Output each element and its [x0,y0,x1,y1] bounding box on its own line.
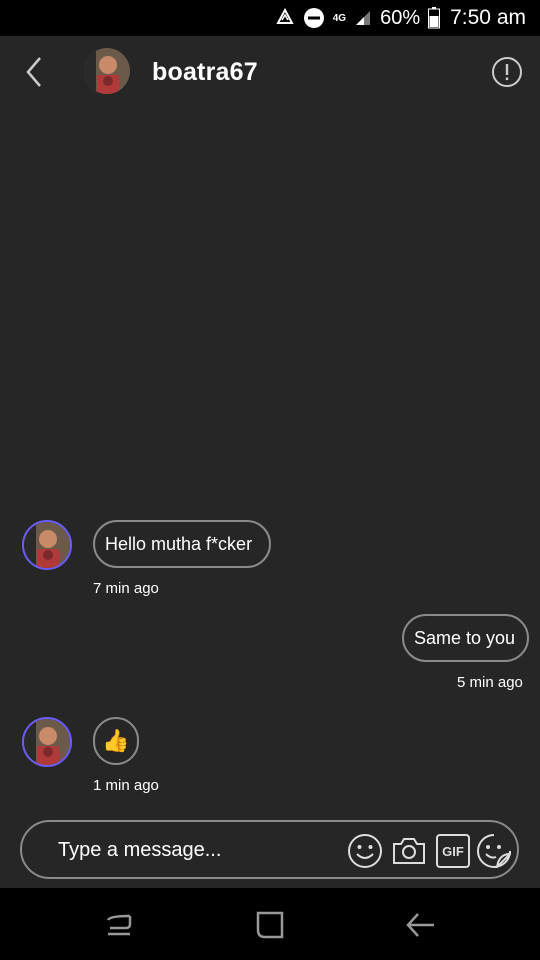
info-icon [492,57,522,87]
message-timestamp: 7 min ago [93,580,159,597]
message-composer[interactable]: Type a message... GIF [20,820,519,879]
battery-icon [428,7,441,29]
avatar[interactable] [22,520,72,570]
emoji-icon[interactable] [346,832,384,870]
battery-percent: 60% [380,6,421,29]
signal-icon [354,9,372,27]
camera-icon[interactable] [390,832,428,870]
message-timestamp: 1 min ago [93,777,159,794]
thumbs-up-icon: 👍 [102,728,130,753]
back-nav-button[interactable] [404,910,438,940]
home-icon [256,911,284,939]
message-bubble[interactable]: 👍 [93,717,139,765]
do-not-disturb-icon [303,7,325,29]
username[interactable]: boatra67 [152,58,258,87]
sticker-icon[interactable] [475,832,513,870]
info-button[interactable] [491,56,523,88]
recent-apps-button[interactable] [102,910,136,940]
recycle-icon [275,8,295,28]
avatar[interactable] [22,717,72,767]
gif-label: GIF [442,844,464,859]
clock: 7:50 am [450,6,526,29]
network-type-icon: 4G [332,12,347,24]
home-button[interactable] [253,910,287,940]
recent-apps-icon [106,914,132,936]
avatar[interactable] [84,48,130,94]
status-bar: 4G 60% 7:50 am [0,0,540,36]
back-nav-icon [406,913,434,937]
chat-header: boatra67 [0,36,540,108]
back-button[interactable] [20,54,50,90]
system-navigation-bar [0,888,540,960]
message-bubble[interactable]: Hello mutha f*cker [93,520,271,568]
message-text: Hello mutha f*cker [105,533,253,554]
message-input[interactable]: Type a message... [58,839,221,862]
back-arrow-icon [26,57,41,87]
message-timestamp: 5 min ago [457,674,523,691]
message-bubble[interactable]: Same to you [402,614,529,662]
network-type-label: 4G [332,12,347,24]
message-text: Same to you [414,627,516,648]
gif-icon[interactable]: GIF [434,832,472,870]
